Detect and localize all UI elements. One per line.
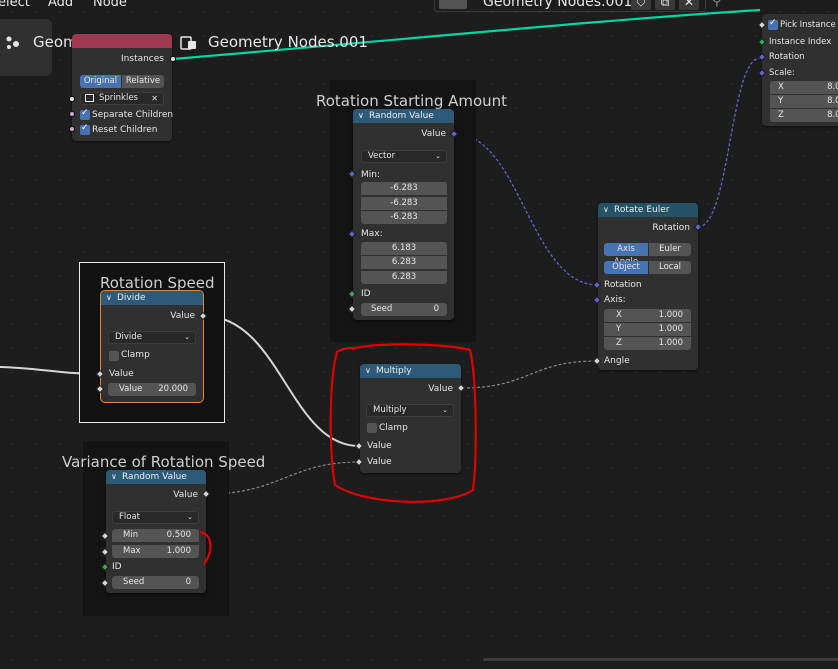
divide-output-label: Value (170, 311, 195, 321)
euler-option[interactable]: Euler (649, 243, 691, 256)
axis-x-field[interactable]: X 1.000 (604, 309, 691, 322)
random-value-float-node[interactable]: ∨ Random Value Value Float ⌄ Min 0.500 Max 1… (106, 470, 206, 593)
fake-user-button[interactable]: ⛉ (631, 0, 651, 10)
collection-info-header[interactable] (72, 34, 172, 48)
rotate-euler-node[interactable]: ∨Rotate Euler Rotation Axis Angle Euler … (598, 203, 698, 370)
random-seed-field[interactable]: Seed 0 (112, 576, 199, 589)
random-value-float-header[interactable]: ∨ Random Value (106, 470, 206, 484)
clear-icon[interactable]: ✕ (151, 93, 158, 104)
unlink-button[interactable]: ✕ (679, 0, 699, 10)
seed-field[interactable]: Seed 0 (361, 303, 447, 316)
random-float-type-dropdown[interactable]: Float ⌄ (112, 511, 199, 524)
rotation-input-label: Rotation (769, 52, 805, 62)
axis-y-field[interactable]: Y 1.000 (604, 323, 691, 336)
instances-output-label: Instances (121, 54, 164, 64)
divide-value-field[interactable]: Value 20.000 (108, 383, 196, 396)
random-float-output-label: Value (173, 490, 198, 500)
pick-instance-label: Pick Instance (780, 20, 836, 30)
reset-children-checkbox[interactable] (80, 123, 90, 135)
axis-label: Axis: (604, 295, 626, 305)
max-label: Max: (361, 229, 383, 239)
breadcrumb-group-name: Geometry Nodes.001 (208, 33, 368, 51)
min-z-field[interactable]: -6.283 (361, 211, 447, 224)
vector-link-instance-rotation (697, 57, 761, 228)
vector-link-rotation (454, 133, 599, 286)
instance-index-label: Instance Index (769, 37, 832, 47)
frame-label-rotation-starting-amount: Rotation Starting Amount (316, 92, 508, 110)
menu-select[interactable]: elect (0, 0, 30, 10)
red-annotation-circle (329, 343, 477, 503)
max-z-field[interactable]: 6.283 (361, 271, 447, 284)
divide-operation-dropdown[interactable]: Divide ⌄ (108, 331, 196, 344)
node-tree-name[interactable]: Geometry Nodes.001 (483, 0, 632, 10)
data-type-dropdown[interactable]: Vector ⌄ (361, 150, 447, 163)
horizontal-scrollbar[interactable] (483, 658, 838, 661)
id-label: ID (361, 289, 371, 299)
collection-icon (85, 94, 94, 102)
rotation-input-label: Rotation (604, 280, 642, 290)
menu-add[interactable]: Add (48, 0, 73, 10)
max-x-field[interactable]: 6.183 (361, 242, 447, 255)
reset-children-label: Reset Children (92, 125, 158, 135)
node-group-icon (180, 36, 196, 50)
instance-on-points-node[interactable]: Pick Instance Instance Index Rotation Sc… (762, 14, 838, 126)
scale-z-field[interactable]: Z8.00 (770, 109, 838, 122)
min-label: Min: (361, 170, 381, 180)
red-annotation-bracket (199, 530, 212, 565)
angle-label: Angle (604, 356, 630, 366)
duplicate-button[interactable]: ⧉ (655, 0, 675, 10)
scale-y-field[interactable]: Y8.00 (770, 95, 838, 108)
divide-node[interactable]: ∨ Divide Value Divide ⌄ Clamp Value Value 2… (100, 290, 204, 403)
random-min-field[interactable]: Min 0.500 (112, 529, 199, 542)
node-tree-selector[interactable]: Geometry Nodes.001 ⛉ ⧉ ✕ (434, 0, 706, 12)
min-y-field[interactable]: -6.283 (361, 197, 447, 210)
transform-original-option[interactable]: Original (80, 75, 121, 88)
separate-children-label: Separate Children (92, 110, 174, 120)
collection-field[interactable]: Sprinkles ✕ (80, 92, 164, 105)
collection-info-node[interactable]: Instances Original Relative Sprinkles ✕ … (72, 34, 174, 141)
transform-relative-option[interactable]: Relative (122, 75, 164, 88)
axis-angle-option[interactable]: Axis Angle (604, 243, 648, 267)
rotate-euler-header[interactable]: ∨ Rotate Euler (598, 203, 698, 217)
divide-header[interactable]: ∨ Divide (101, 291, 203, 305)
axis-z-field[interactable]: Z 1.000 (604, 337, 691, 350)
frame-label-rotation-speed: Rotation Speed (100, 274, 215, 292)
local-space-option[interactable]: Local (649, 261, 691, 274)
menu-node[interactable]: Node (93, 0, 127, 10)
object-space-option[interactable]: Object (604, 261, 648, 274)
pin-icon[interactable]: ⚲ (712, 0, 722, 9)
random-max-field[interactable]: Max 1.000 (112, 545, 199, 558)
geometry-nodes-icon (6, 36, 19, 49)
pick-instance-checkbox[interactable] (768, 18, 778, 30)
rotation-output-label: Rotation (652, 223, 690, 233)
random-value-vector-header[interactable]: ∨ Random Value (353, 109, 454, 123)
random-id-label: ID (112, 562, 122, 572)
value-output-label: Value (421, 129, 446, 139)
frame-label-variance: Variance of Rotation Speed (62, 453, 266, 471)
scale-label: Scale: (769, 68, 795, 78)
collection-name: Sprinkles (99, 93, 138, 103)
collection-input-socket[interactable] (69, 96, 75, 102)
divide-clamp-label: Clamp (121, 350, 150, 360)
node-tree-icon[interactable] (439, 0, 467, 9)
scale-x-field[interactable]: X8.00 (770, 81, 838, 94)
min-x-field[interactable]: -6.283 (361, 182, 447, 195)
instances-output-socket[interactable] (170, 56, 176, 62)
separate-children-socket[interactable] (69, 111, 75, 117)
divide-value-input-label: Value (109, 369, 134, 379)
collapse-chevron-icon[interactable]: ∨ (358, 109, 364, 123)
random-value-vector-node[interactable]: ∨ Random Value Value Vector ⌄ Min: -6.283 … (353, 109, 454, 320)
divide-clamp-checkbox[interactable] (109, 351, 119, 361)
separate-children-checkbox[interactable] (80, 108, 90, 120)
reset-children-socket[interactable] (69, 126, 75, 132)
max-y-field[interactable]: 6.283 (361, 256, 447, 269)
